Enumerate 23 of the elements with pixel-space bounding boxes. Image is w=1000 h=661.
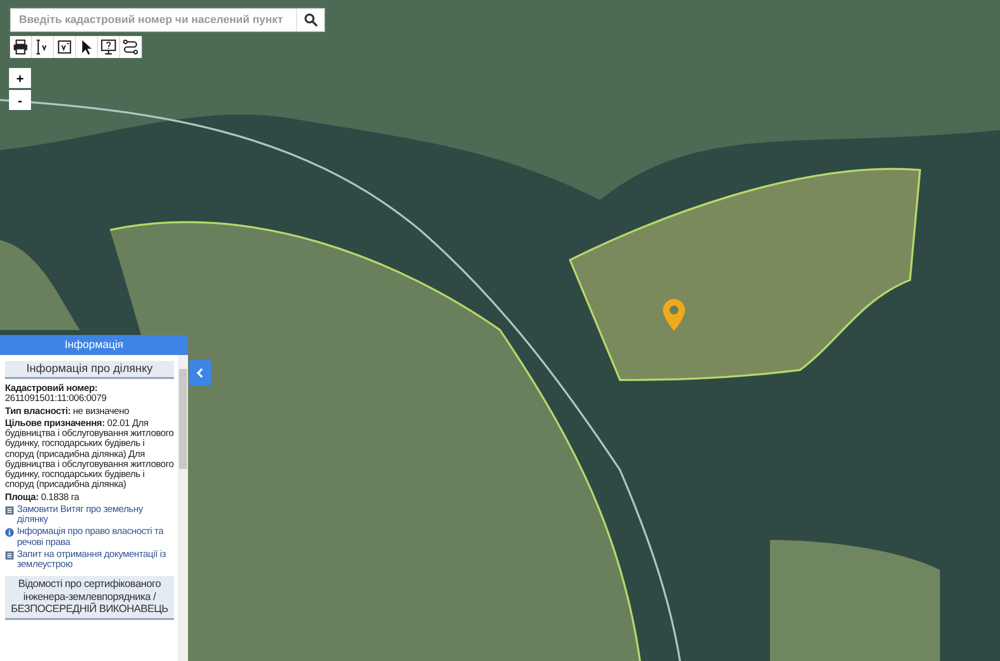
scrollbar[interactable] <box>178 355 188 661</box>
zoom-button[interactable]: + <box>9 68 31 88</box>
info-icon <box>5 528 14 538</box>
info-field: Тип власності: не визначено <box>5 406 174 417</box>
info-field: Площа: 0.1838 га <box>5 492 174 503</box>
info-link[interactable]: Запит на отримання документації із землеустрою <box>17 550 174 570</box>
zoom-button[interactable]: - <box>9 90 31 110</box>
chevron-left-icon <box>196 368 204 378</box>
search-field[interactable]: Введіть кадастровий номер чи населений пункт <box>10 8 325 32</box>
info-link[interactable]: Замовити Витяг про земельну ділянку <box>17 504 174 526</box>
section-heading: Інформація про ділянку <box>5 361 174 379</box>
section-heading: Відомості про сертифікованого інженера-землевпорядника / БЕЗПОСЕРЕДНІЙ ВИКОНАВЕЦЬ <box>5 576 174 620</box>
collapse-panel-button[interactable] <box>189 360 211 386</box>
satellite-map-drawing[interactable] <box>0 0 1000 661</box>
monitor-question-icon[interactable] <box>98 36 120 58</box>
location-pin-icon <box>662 298 686 332</box>
route-icon[interactable] <box>120 36 142 58</box>
info-field: Цільове призначення: 02.01 Для будівництва і обслуговування житлового будинку, господарських будівель і споруд (присадибна ділянка) Для будівництва і обслуговування житлового будинку, господарських будівель і споруд (присадибна ділянка) <box>5 418 174 490</box>
panel-title: Інформація <box>0 335 188 355</box>
document-icon <box>5 550 14 560</box>
search-icon <box>304 13 318 27</box>
document-icon <box>5 506 14 515</box>
info-link[interactable]: Інформація про право власності та речові права <box>17 527 174 548</box>
